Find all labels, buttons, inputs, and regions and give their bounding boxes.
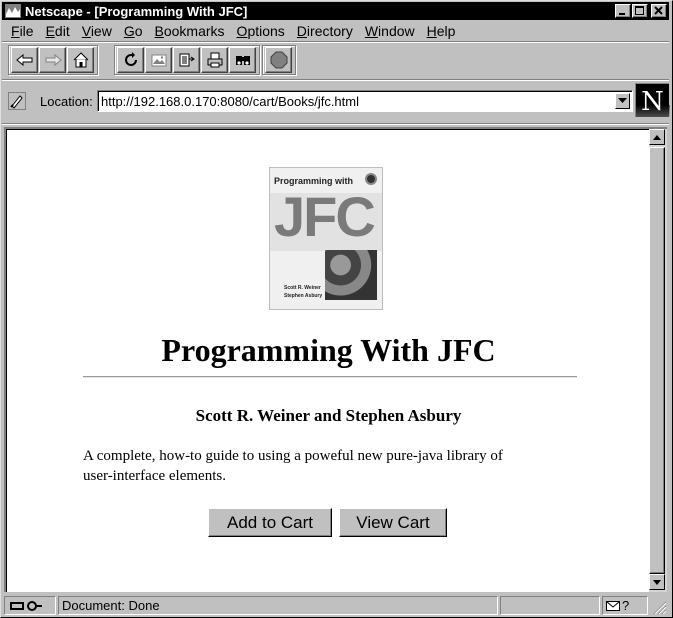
open-button[interactable]: [173, 47, 200, 73]
images-button[interactable]: [145, 47, 172, 73]
security-key-icon: [10, 600, 42, 611]
status-bar: Document: Done ?: [2, 594, 669, 616]
find-icon: [235, 56, 250, 65]
netscape-app-icon: [5, 4, 21, 18]
close-icon: [654, 6, 663, 15]
location-field[interactable]: [97, 90, 633, 112]
menu-file[interactable]: File: [11, 23, 34, 39]
cover-big-text: JFC: [274, 185, 376, 248]
minimize-icon: [619, 13, 625, 15]
window-title: Netscape - [Programming With JFC]: [25, 3, 248, 19]
back-icon: [15, 54, 32, 66]
minimize-button[interactable]: [615, 4, 631, 18]
menu-go[interactable]: Go: [124, 23, 143, 39]
print-button[interactable]: [201, 47, 228, 73]
back-button[interactable]: [11, 47, 38, 73]
arrow-down-icon: [653, 579, 661, 585]
scroll-down-button[interactable]: [649, 574, 665, 590]
reload-icon: [124, 52, 137, 66]
menu-options[interactable]: Options: [237, 23, 285, 39]
menu-bookmarks[interactable]: Bookmarks: [155, 23, 225, 39]
scrollbar-thumb[interactable]: [649, 147, 665, 574]
book-cover-image: Programming with JFC Scott R. Weiner Ste…: [269, 167, 383, 310]
status-text: Document: Done: [58, 596, 498, 615]
cover-photo: [325, 250, 377, 300]
cover-authors: Scott R. Weiner Stephen Asbury: [284, 284, 322, 300]
menu-view[interactable]: View: [82, 23, 112, 39]
home-button[interactable]: [67, 47, 94, 73]
maximize-icon: [635, 6, 644, 15]
menu-window[interactable]: Window: [365, 23, 415, 39]
netscape-logo[interactable]: N: [635, 83, 670, 117]
security-indicator[interactable]: [4, 596, 56, 615]
stop-icon: [270, 51, 287, 69]
forward-icon: [45, 54, 62, 66]
vertical-scrollbar[interactable]: [649, 127, 667, 592]
stop-button-group: [262, 45, 296, 75]
page-button-group: [114, 45, 260, 75]
location-dropdown-button[interactable]: [615, 93, 630, 109]
resize-grip-icon[interactable]: [653, 601, 667, 615]
mail-icon: [606, 600, 620, 611]
page-content: Programming with JFC Scott R. Weiner Ste…: [4, 127, 649, 592]
location-label: Location:: [40, 94, 93, 109]
forward-button[interactable]: [39, 47, 66, 73]
menu-directory[interactable]: Directory: [297, 23, 353, 39]
book-authors: Scott R. Weiner and Stephen Asbury: [195, 406, 462, 425]
stop-button[interactable]: [265, 47, 292, 73]
help-mark: ?: [622, 598, 630, 613]
menu-help[interactable]: Help: [427, 23, 456, 39]
maximize-button[interactable]: [632, 4, 648, 18]
book-title: Programming With JFC: [161, 332, 496, 368]
open-icon: [179, 53, 195, 67]
scroll-up-button[interactable]: [649, 129, 665, 145]
toolbar-divider: [2, 79, 669, 81]
nav-button-group: [8, 45, 98, 75]
title-bar: Netscape - [Programming With JFC]: [2, 2, 669, 20]
progress-bar: [500, 596, 600, 615]
menu-bar: File Edit View Go Bookmarks Options Dire…: [2, 21, 669, 41]
chevron-down-icon: [618, 98, 627, 103]
location-bar: Location: N: [2, 83, 670, 121]
mail-indicator[interactable]: ?: [602, 596, 648, 615]
print-icon: [207, 52, 222, 68]
location-divider: [2, 123, 669, 125]
horizontal-rule: [83, 376, 577, 378]
cover-author-1: Scott R. Weiner: [284, 285, 321, 291]
netscape-n-icon: N: [641, 87, 664, 117]
toolbar: [2, 43, 669, 77]
bookmark-quicklink-icon[interactable]: [8, 92, 26, 110]
find-button[interactable]: [229, 47, 256, 73]
home-icon: [73, 52, 88, 68]
add-to-cart-button[interactable]: Add to Cart: [208, 508, 332, 537]
reload-button[interactable]: [117, 47, 144, 73]
close-button[interactable]: [651, 4, 667, 18]
view-cart-button[interactable]: View Cart: [339, 508, 447, 537]
arrow-up-icon: [653, 134, 661, 140]
cover-author-2: Stephen Asbury: [284, 293, 323, 299]
menu-edit[interactable]: Edit: [46, 23, 70, 39]
images-icon: [151, 54, 166, 67]
location-input[interactable]: [101, 92, 611, 110]
book-description: A complete, how-to guide to using a powe…: [83, 448, 503, 484]
